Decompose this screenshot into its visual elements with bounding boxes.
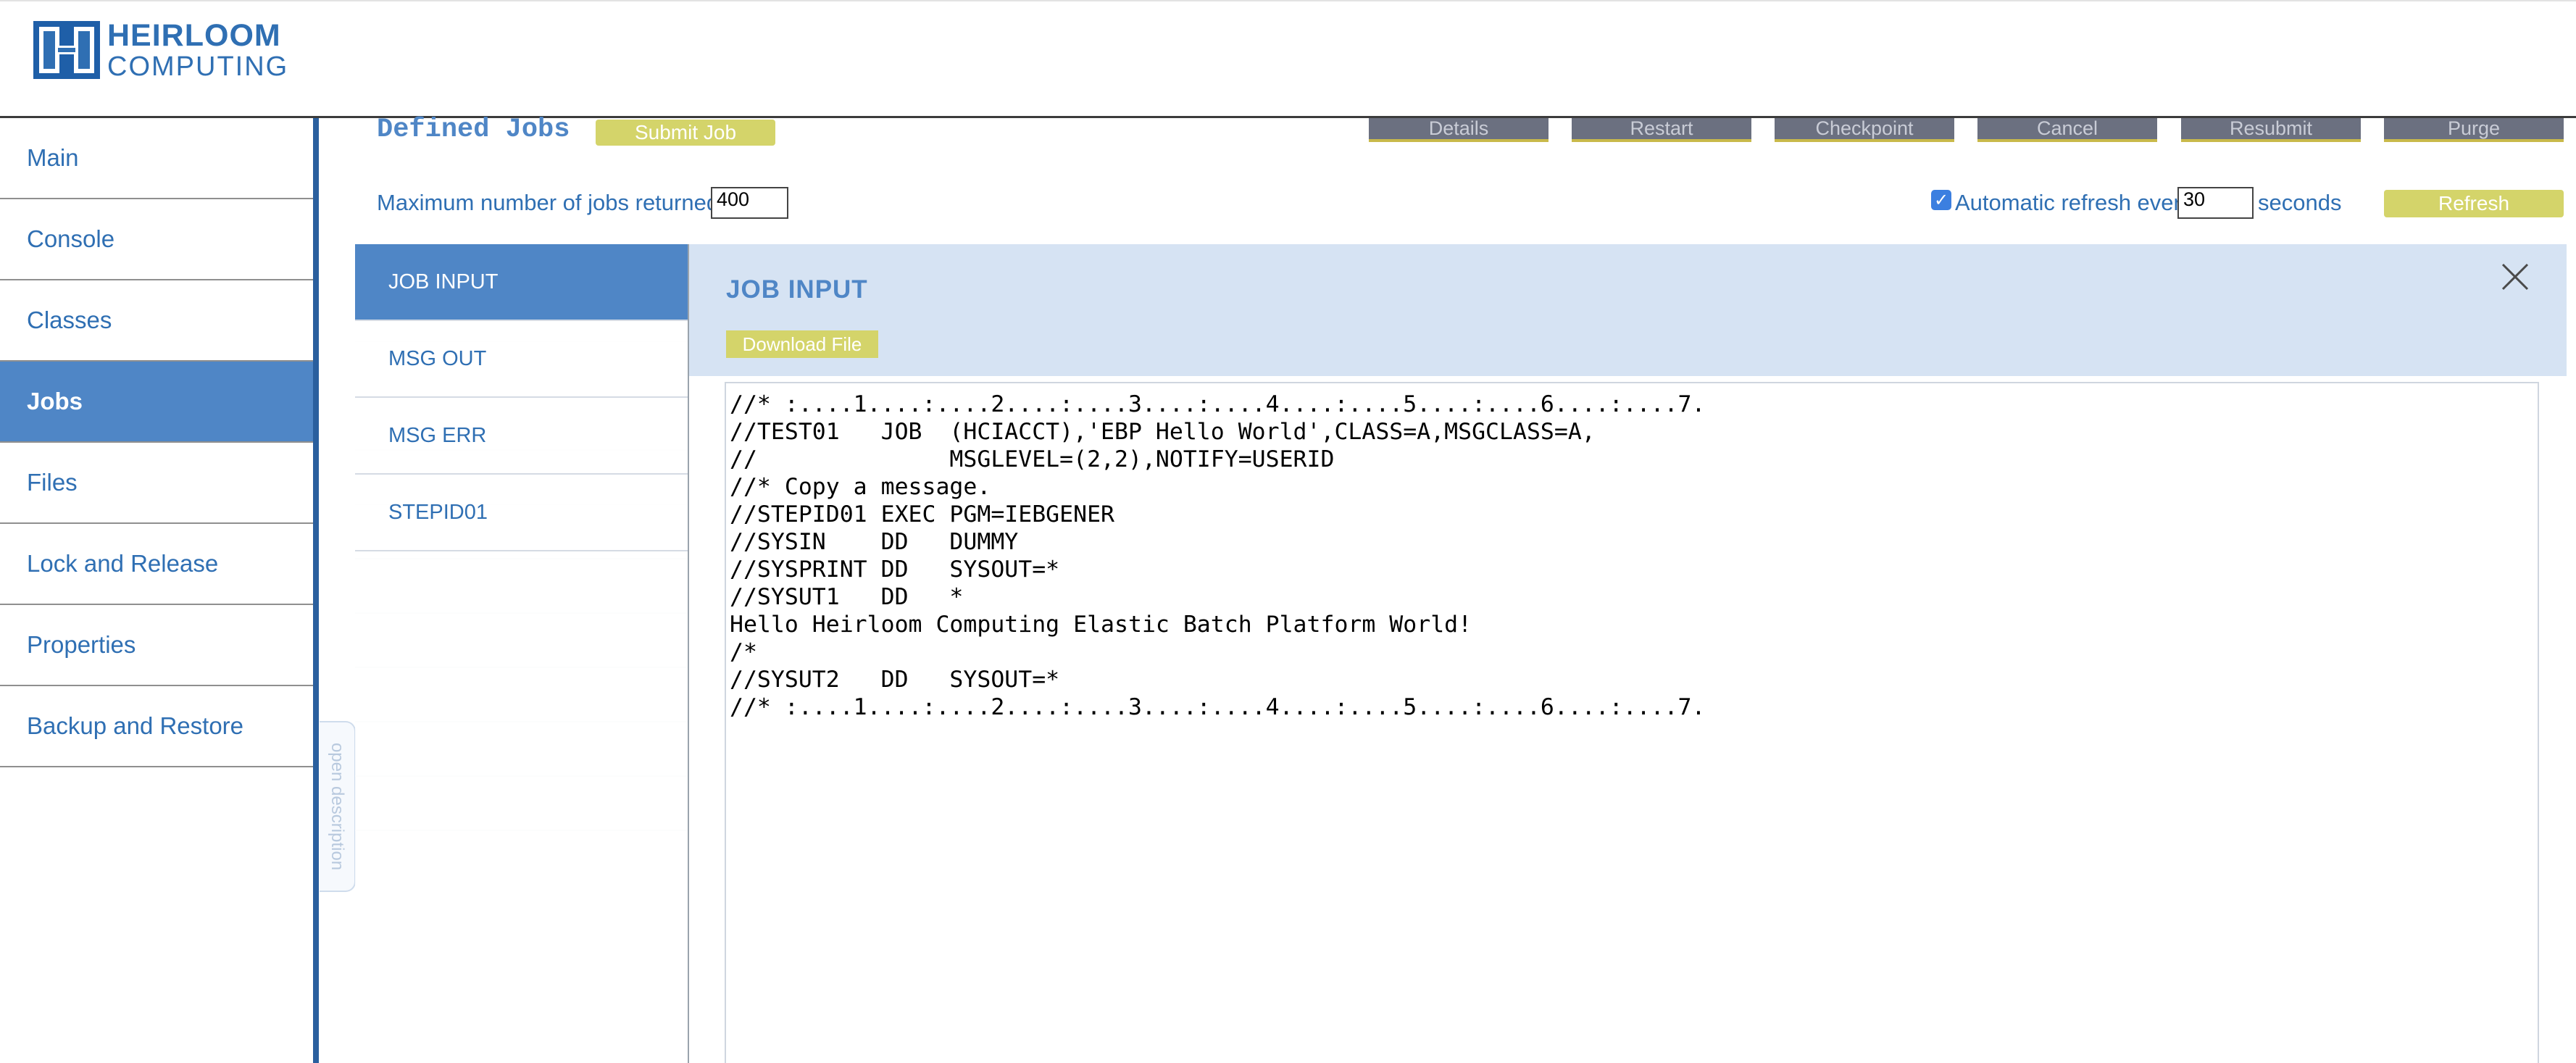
auto-refresh-checkbox[interactable]: ✓	[1931, 190, 1951, 210]
code-line: //TEST01 JOB (HCIACCT),'EBP Hello World'…	[730, 419, 1596, 445]
app-header: HEIRLOOM COMPUTING	[0, 0, 2576, 118]
code-line: /*	[730, 639, 757, 665]
sidebar-item-label: Jobs	[27, 388, 83, 414]
auto-refresh-label: Automatic refresh every	[1955, 190, 2193, 215]
purge-button[interactable]: Purge	[2384, 117, 2564, 142]
sidebar-item-label: Main	[27, 144, 79, 171]
logo-title: HEIRLOOM	[107, 17, 281, 53]
modal-title: JOB INPUT	[726, 275, 868, 304]
seconds-label: seconds	[2258, 190, 2342, 215]
details-button[interactable]: Details	[1369, 117, 1548, 142]
modal-header: JOB INPUT Download File	[689, 244, 2567, 376]
sidebar-item-jobs[interactable]: Jobs	[0, 362, 313, 443]
logo-subtitle: COMPUTING	[107, 51, 289, 82]
sidebar-item-backup-and-restore[interactable]: Backup and Restore	[0, 686, 313, 767]
sidebar-item-label: Console	[27, 225, 115, 252]
code-line: //SYSPRINT DD SYSOUT=*	[730, 556, 1060, 583]
restart-button[interactable]: Restart	[1572, 117, 1751, 142]
code-line: //SYSUT1 DD *	[730, 584, 964, 610]
tab-stepid01[interactable]: STEPID01	[355, 475, 688, 551]
refresh-interval-input[interactable]: 30	[2177, 187, 2254, 219]
tab-label: JOB INPUT	[388, 270, 499, 293]
code-line: Hello Heirloom Computing Elastic Batch P…	[730, 612, 1472, 638]
cancel-button[interactable]: Cancel	[1977, 117, 2157, 142]
sidebar-item-lock-and-release[interactable]: Lock and Release	[0, 524, 313, 605]
code-line: //* Copy a message.	[730, 474, 991, 500]
sidebar-item-main[interactable]: Main	[0, 118, 313, 199]
submit-job-button[interactable]: Submit Job	[596, 120, 775, 146]
job-output-modal: JOB INPUT Download File //* :....1....:.…	[688, 244, 2567, 1063]
job-input-text[interactable]: //* :....1....:....2....:....3....:....4…	[725, 382, 2539, 1063]
sidebar-item-classes[interactable]: Classes	[0, 280, 313, 362]
sidebar-item-console[interactable]: Console	[0, 199, 313, 280]
checkpoint-button[interactable]: Checkpoint	[1775, 117, 1954, 142]
download-file-button[interactable]: Download File	[726, 330, 878, 358]
tab-msg-err[interactable]: MSG ERR	[355, 398, 688, 475]
open-description-tab[interactable]: open description	[320, 721, 356, 892]
sidebar-divider	[313, 118, 319, 1063]
close-icon[interactable]	[2497, 259, 2533, 295]
sidebar-item-files[interactable]: Files	[0, 443, 313, 524]
code-line: //SYSUT2 DD SYSOUT=*	[730, 667, 1060, 693]
sidebar-item-label: Lock and Release	[27, 550, 219, 577]
code-line: // MSGLEVEL=(2,2),NOTIFY=USERID	[730, 446, 1335, 472]
tab-label: MSG ERR	[388, 423, 487, 447]
sidebar-item-label: Files	[27, 469, 78, 496]
code-line: //* :....1....:....2....:....3....:....4…	[730, 694, 1706, 720]
resubmit-button[interactable]: Resubmit	[2181, 117, 2361, 142]
sidebar-item-label: Backup and Restore	[27, 712, 244, 739]
heirloom-logo[interactable]: HEIRLOOM COMPUTING	[33, 17, 289, 82]
sidebar-item-properties[interactable]: Properties	[0, 605, 313, 686]
page-title: Defined Jobs	[377, 114, 570, 145]
sidebar-item-label: Classes	[27, 307, 112, 333]
code-line: //* :....1....:....2....:....3....:....4…	[730, 391, 1706, 417]
max-jobs-input[interactable]: 400	[711, 187, 788, 219]
max-jobs-label: Maximum number of jobs returned	[377, 190, 720, 215]
tab-job-input[interactable]: JOB INPUT	[355, 244, 688, 321]
tab-msg-out[interactable]: MSG OUT	[355, 321, 688, 398]
heirloom-logo-icon	[33, 21, 100, 79]
tab-label: MSG OUT	[388, 346, 487, 370]
open-description-label: open description	[328, 742, 347, 871]
refresh-button[interactable]: Refresh	[2384, 190, 2564, 217]
code-line: //STEPID01 EXEC PGM=IEBGENER	[730, 501, 1115, 528]
tab-label: STEPID01	[388, 500, 488, 524]
jcl-code: //* :....1....:....2....:....3....:....4…	[730, 391, 2534, 721]
sidebar-item-label: Properties	[27, 631, 136, 658]
code-line: //SYSIN DD DUMMY	[730, 529, 1019, 555]
